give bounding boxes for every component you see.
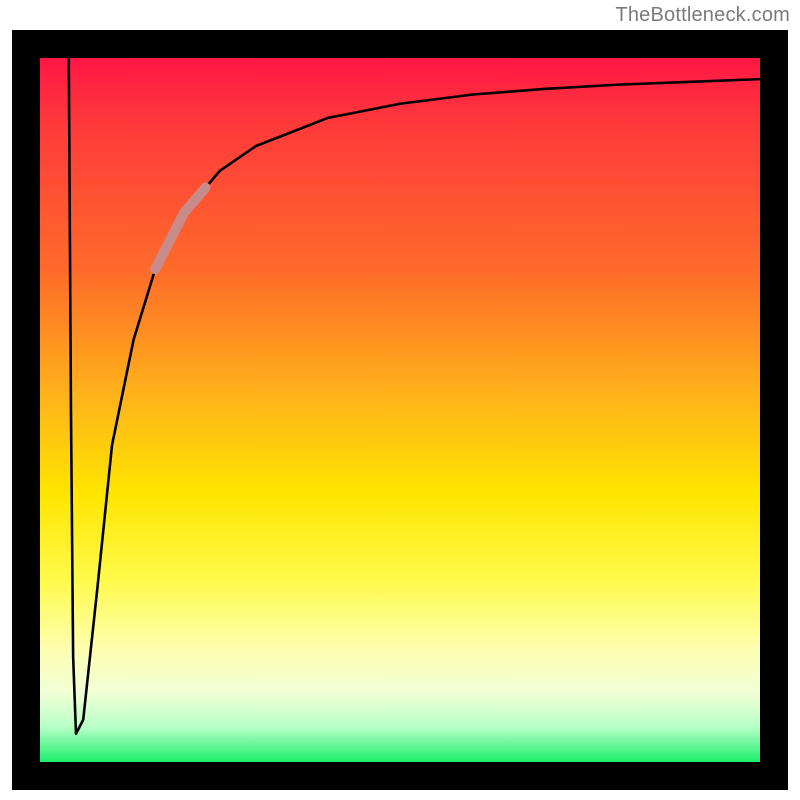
curve-svg <box>40 58 760 762</box>
chart-container: TheBottleneck.com <box>0 0 800 800</box>
plot-frame <box>12 30 788 790</box>
plot-area <box>40 58 760 762</box>
highlight-segment <box>155 188 205 270</box>
main-curve <box>69 58 760 734</box>
attribution-label: TheBottleneck.com <box>615 4 790 27</box>
